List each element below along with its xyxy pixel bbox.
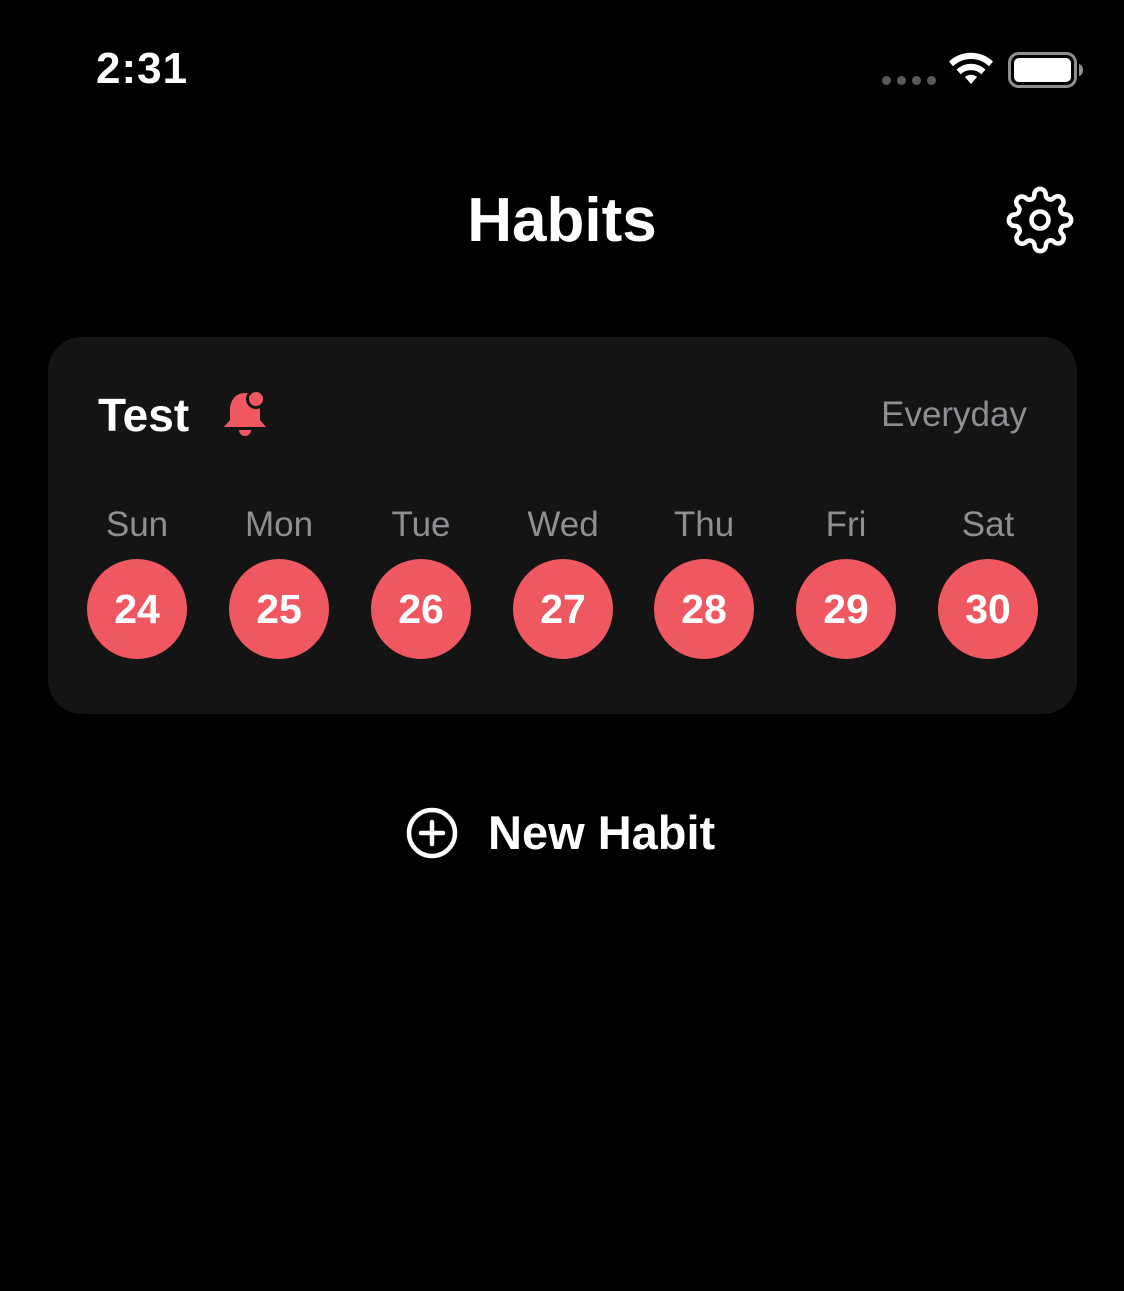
day-circle-completed[interactable]: 27	[513, 559, 613, 659]
day-label: Thu	[673, 505, 735, 544]
week-tracker: Sun 24 Mon 25 Tue 26 Wed 27 Thu 28 Fri 2…	[87, 503, 1038, 673]
gear-icon[interactable]	[1006, 186, 1074, 254]
day-circle-completed[interactable]: 24	[87, 559, 187, 659]
day-circle-completed[interactable]: 29	[796, 559, 896, 659]
day-circle-completed[interactable]: 26	[371, 559, 471, 659]
new-habit-button[interactable]: New Habit	[404, 800, 715, 866]
day-tue: Tue 26	[371, 503, 471, 659]
plus-circle-icon	[406, 807, 458, 859]
bell-badge-icon[interactable]	[220, 387, 270, 439]
habit-frequency: Everyday	[881, 395, 1027, 434]
habit-name: Test	[98, 389, 190, 441]
cellular-signal-icon	[882, 76, 936, 85]
status-time: 2:31	[96, 44, 189, 93]
day-label: Sat	[961, 505, 1015, 544]
habits-screen: 2:31 Habits Test Everyday Sun 24 Mon 25 …	[0, 0, 1124, 1291]
day-label: Sun	[105, 505, 169, 544]
day-label: Tue	[391, 505, 451, 544]
day-circle-completed[interactable]: 25	[229, 559, 329, 659]
day-circle-completed[interactable]: 30	[938, 559, 1038, 659]
habit-card[interactable]: Test Everyday Sun 24 Mon 25 Tue 26 Wed 2…	[48, 337, 1077, 714]
day-label: Fri	[825, 505, 867, 544]
day-sat: Sat 30	[938, 503, 1038, 659]
day-thu: Thu 28	[654, 503, 754, 659]
page-title: Habits	[467, 186, 657, 255]
day-circle-completed[interactable]: 28	[654, 559, 754, 659]
day-label: Wed	[527, 505, 599, 544]
day-label: Mon	[244, 505, 314, 544]
new-habit-label: New Habit	[488, 806, 716, 859]
day-sun: Sun 24	[87, 503, 187, 659]
battery-icon	[1008, 52, 1083, 88]
wifi-icon	[949, 52, 993, 84]
day-wed: Wed 27	[513, 503, 613, 659]
day-mon: Mon 25	[229, 503, 329, 659]
day-fri: Fri 29	[796, 503, 896, 659]
